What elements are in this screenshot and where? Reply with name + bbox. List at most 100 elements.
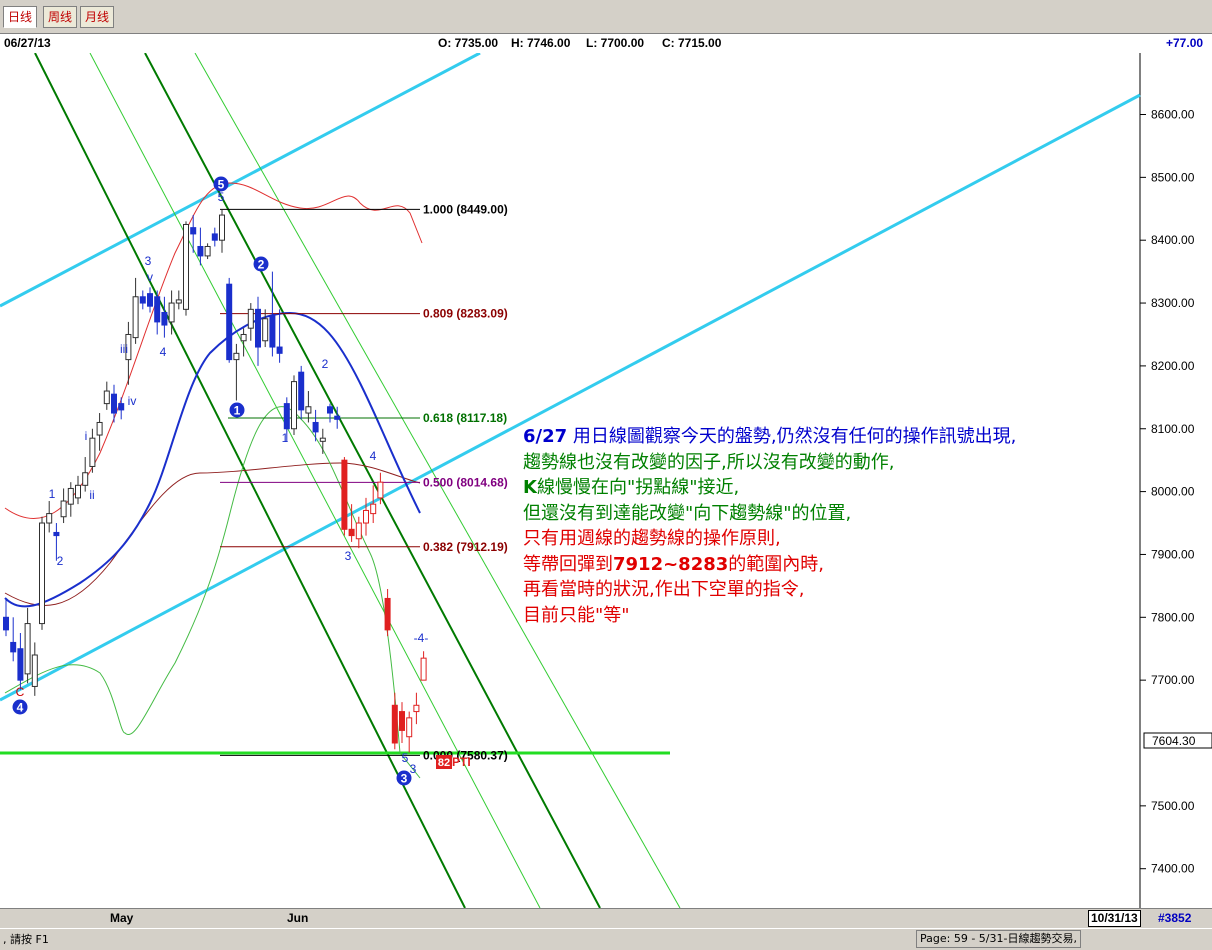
candle-body [24,623,31,675]
wave-label: 1 [49,487,56,501]
notes-line-1: 用日線圖觀察今天的盤勢,仍然沒有任何的操作訊號出現, [567,426,1017,447]
candle-body [319,437,326,442]
fib-label-0.382: 0.382 (7912.19) [423,540,508,554]
candle-body [60,500,67,518]
wave-label: v [147,270,153,284]
high-value: H: 7746.00 [511,36,571,50]
y-tick-label: 8200.00 [1151,359,1195,373]
wave-label: 2 [322,357,329,371]
x-label-jun: Jun [287,911,309,925]
candle-body [226,283,233,361]
change-value: +77.00 [1166,36,1204,50]
status-help: , 請按 F1 [3,933,49,946]
notes-line-6a: 等帶回彈到 [523,553,613,575]
candle-body [204,245,211,257]
candle-body [291,381,297,430]
fib-label-1.000: 1.000 (8449.00) [423,202,508,216]
candle-body [96,421,103,436]
candle-body [103,390,110,405]
candle-body [219,214,225,241]
candle-body [82,472,89,486]
candle-body [233,352,240,361]
pti-value: 82 [438,757,450,769]
wave-label-circled: 4 [17,701,24,715]
notes-line-2: 趨勢線也沒有改變的因子,所以沒有改變的動作, [523,451,895,473]
candle-body [406,717,413,738]
fib-label-0.500: 0.500 (8014.68) [423,475,508,489]
candle-body [384,597,391,631]
candle-body [111,393,117,414]
y-tick-label: 7500.00 [1151,799,1195,813]
tab-daily[interactable]: 日线 [3,6,38,28]
candle-body [247,308,254,329]
close-value: C: 7715.00 [662,36,722,50]
y-tick-label: 8100.00 [1151,422,1195,436]
candle-body [190,227,197,235]
last-date-box: 10/31/13 [1088,910,1141,927]
candle-body [17,648,24,681]
pti-text: PTI [452,755,471,769]
timeframe-tabs: 日线 周线 月线 [0,0,1212,33]
bar-date: 06/27/13 [4,36,51,50]
y-tick-label: 7800.00 [1151,610,1195,624]
analysis-notes: 6/27 用日線圖觀察今天的盤勢,仍然沒有任何的操作訊號出現, 趨勢線也沒有改變… [523,424,1016,628]
status-bar: , 請按 F1 Page: 59 - 5/31-日線趨勢交易, [0,928,1212,950]
fib-label-0.809: 0.809 (8283.09) [423,307,508,321]
tab-weekly[interactable]: 周线 [43,6,78,28]
x-label-may: May [110,911,134,925]
candle-body [341,459,348,530]
wave-label: 1 [282,431,289,445]
candle-body [46,513,53,524]
notes-line-3a: K [523,477,537,498]
wave-label-circled: 3 [401,772,408,786]
candle-body [168,302,175,323]
candle-body [420,657,427,681]
candle-body [39,522,45,625]
open-value: O: 7735.00 [438,36,499,50]
y-tick-label: 8600.00 [1151,108,1195,122]
candle-body [75,484,81,499]
low-value: L: 7700.00 [586,36,645,50]
candle-body [118,403,125,411]
y-tick-label: 8500.00 [1151,170,1195,184]
wave-label: ii [89,488,94,502]
candle-body [240,333,247,342]
notes-line-6c: 的範圍內時, [728,553,825,575]
candle-body [391,704,398,744]
candle-body [197,245,204,257]
candle-body [413,704,420,713]
wave-label-circled: 2 [258,258,265,272]
y-tick-label: 8000.00 [1151,485,1195,499]
notes-date: 6/27 [523,426,568,447]
candle-body [377,481,384,499]
wave-label: -4- [414,631,429,645]
candle-body [31,654,38,687]
wave-label: 3 [345,549,352,563]
candle-body [348,528,355,537]
tab-monthly[interactable]: 月线 [80,6,115,28]
candle-body [312,421,319,433]
candle-body [355,522,362,540]
candle-body [255,308,261,348]
candle-body [298,371,305,411]
wave-label-circled: 1 [234,404,241,418]
candle-body [132,296,139,339]
notes-line-7: 再看當時的狀況,作出下空單的指令, [523,579,805,600]
wave-label: 3 [410,762,417,776]
wave-label: i [85,429,88,443]
candle-body [175,299,182,304]
candle-body [327,406,333,414]
candle-body [161,311,168,326]
candle-body [53,531,60,537]
candle-body [183,223,189,310]
candle-body [283,403,290,430]
candle-body [269,315,276,348]
y-tick-label: 7400.00 [1151,862,1195,876]
candle-body [139,296,146,304]
candle-body [211,233,218,241]
notes-line-4: 但還沒有到達能改變"向下趨勢線"的位置, [523,502,852,524]
notes-line-6b: 7912~8283 [613,553,729,575]
wave-label: iv [128,394,137,408]
candle-body [262,318,269,342]
y-tick-label: 7900.00 [1151,547,1195,561]
